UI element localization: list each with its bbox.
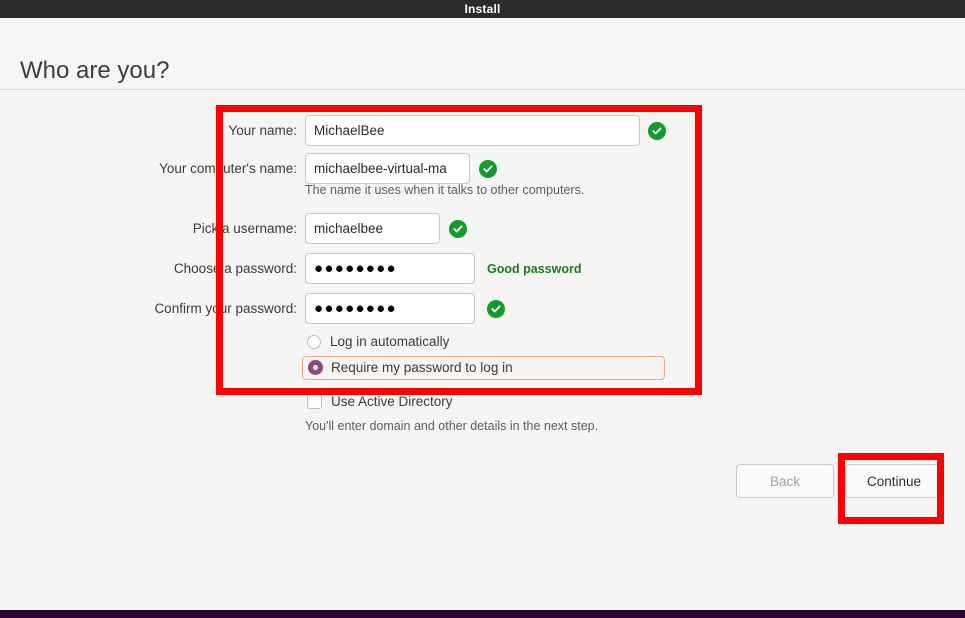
checkbox-unchecked-icon: [307, 394, 322, 409]
computer-name-input[interactable]: michaelbee-virtual-ma: [305, 153, 470, 184]
label-confirm-password: Confirm your password:: [154, 301, 297, 316]
back-button[interactable]: Back: [736, 464, 834, 498]
radio-log-in-automatically-label: Log in automatically: [330, 334, 450, 349]
installer-content: Your name: MichaelBee Your computer's na…: [0, 91, 965, 610]
field-row-confirm-password: Confirm your password: ●●●●●●●●: [0, 293, 760, 324]
computer-name-hint: The name it uses when it talks to other …: [305, 183, 585, 197]
checkbox-use-active-directory-label: Use Active Directory: [331, 394, 453, 409]
check-circle-icon: [648, 121, 666, 140]
radio-unselected-icon: [307, 334, 321, 349]
radio-selected-icon: [308, 360, 323, 375]
check-circle-icon: [449, 219, 467, 238]
continue-button[interactable]: Continue: [845, 464, 943, 498]
label-your-name: Your name:: [228, 123, 297, 138]
field-row-password: Choose a password: ●●●●●●●● Good passwor…: [0, 253, 760, 284]
page-header: Who are you?: [0, 18, 965, 90]
your-name-input[interactable]: MichaelBee: [305, 115, 640, 146]
window-titlebar: Install: [0, 0, 965, 18]
label-password: Choose a password:: [173, 261, 297, 276]
password-input[interactable]: ●●●●●●●●: [305, 253, 475, 284]
confirm-password-input[interactable]: ●●●●●●●●: [305, 293, 475, 324]
username-input[interactable]: michaelbee: [305, 213, 440, 244]
field-row-your-name: Your name: MichaelBee: [0, 115, 700, 146]
radio-require-password-label: Require my password to log in: [331, 360, 513, 375]
label-username: Pick a username:: [192, 221, 297, 236]
radio-require-password-to-log-in[interactable]: Require my password to log in: [308, 360, 513, 375]
field-row-computer-name: Your computer's name: michaelbee-virtual…: [0, 153, 700, 184]
field-row-username: Pick a username: michaelbee: [0, 213, 700, 244]
active-directory-hint: You'll enter domain and other details in…: [305, 419, 599, 433]
window-title: Install: [464, 2, 501, 16]
check-circle-icon: [487, 299, 505, 318]
install-window: Install Who are you? Your name: MichaelB…: [0, 0, 965, 618]
bottom-accent-bar: [0, 610, 965, 618]
radio-log-in-automatically[interactable]: Log in automatically: [307, 334, 449, 349]
password-strength-label: Good password: [487, 261, 582, 276]
checkbox-use-active-directory[interactable]: Use Active Directory: [307, 394, 453, 409]
check-circle-icon: [479, 159, 497, 178]
label-computer-name: Your computer's name:: [159, 161, 297, 176]
page-title: Who are you?: [20, 57, 170, 84]
